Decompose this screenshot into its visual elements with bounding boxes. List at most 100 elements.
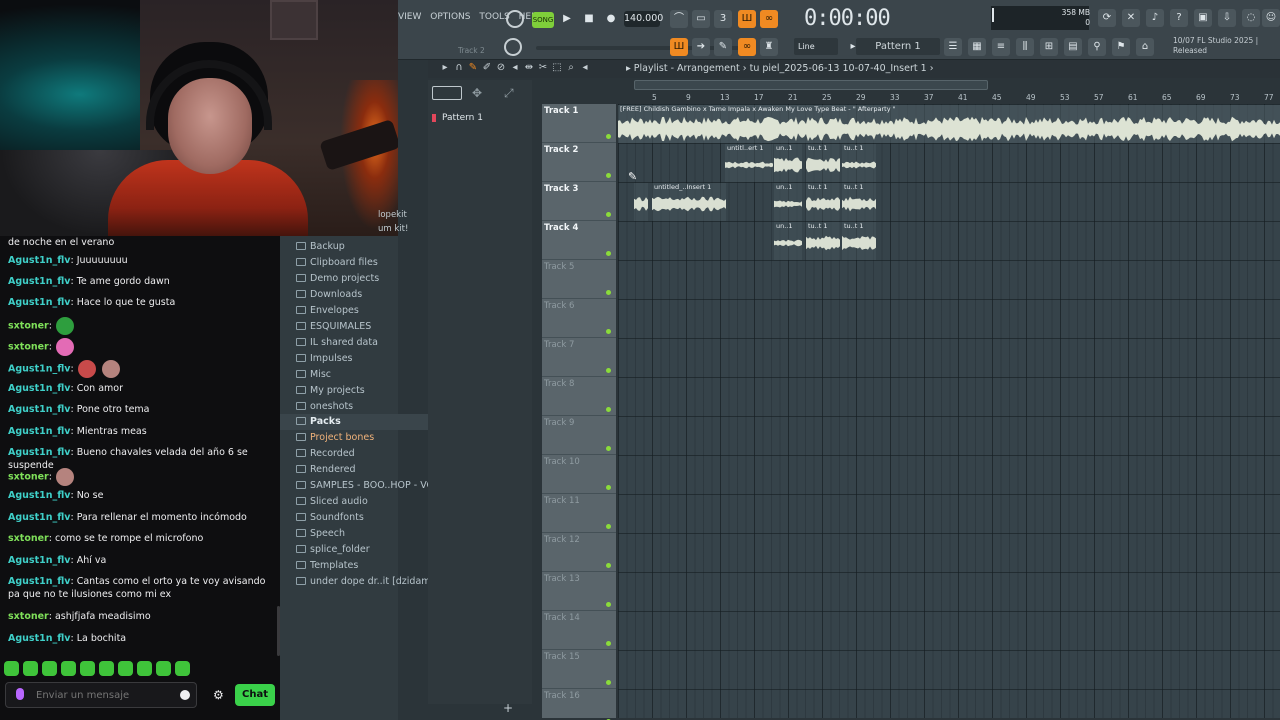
arrow-right-icon[interactable]: ➔ xyxy=(692,38,710,56)
user-icon[interactable]: ☺ xyxy=(1262,9,1280,27)
emote-icon[interactable] xyxy=(4,661,19,676)
paint-tool-icon[interactable]: ✐ xyxy=(480,62,494,73)
browser-tree-icon[interactable]: ⊞ xyxy=(1040,38,1058,56)
browser-folder[interactable]: Envelopes xyxy=(296,303,359,319)
browser-folder[interactable]: Soundfonts xyxy=(296,510,364,526)
emote-icon[interactable] xyxy=(99,661,114,676)
save-icon[interactable]: ▣ xyxy=(1194,9,1212,27)
cpu-icon[interactable]: ⟳ xyxy=(1098,9,1116,27)
emoji-icon[interactable] xyxy=(180,690,190,700)
chat-username[interactable]: sxtoner xyxy=(8,611,49,622)
track-header[interactable]: Track 15 xyxy=(542,650,616,689)
chat-emote-icon[interactable] xyxy=(77,360,96,378)
emote-icon[interactable] xyxy=(137,661,152,676)
emote-icon[interactable] xyxy=(42,661,57,676)
stop-icon[interactable]: ■ xyxy=(580,10,598,28)
chat-username[interactable]: Agust1n_flv xyxy=(8,276,70,287)
chat-username[interactable]: sxtoner xyxy=(8,321,49,332)
track-mute-led[interactable] xyxy=(606,680,611,685)
chat-emote-icon[interactable] xyxy=(55,468,74,486)
chat-send-button[interactable]: Chat xyxy=(235,684,275,706)
browser-folder[interactable]: Recorded xyxy=(296,446,355,462)
draw-tool-icon[interactable]: ✎ xyxy=(466,62,480,73)
chat-username[interactable]: Agust1n_flv xyxy=(8,255,70,266)
track-header[interactable]: Track 8 xyxy=(542,377,616,416)
audio-clip[interactable]: tu..t 1 xyxy=(806,183,840,221)
browser-folder[interactable]: Rendered xyxy=(296,462,356,478)
emote-icon[interactable] xyxy=(175,661,190,676)
audio-clip[interactable]: untitl..ert 1 xyxy=(725,144,773,182)
emote-icon[interactable] xyxy=(23,661,38,676)
chevron-right-icon[interactable]: ▸ xyxy=(438,62,452,73)
track-header[interactable]: Track 13 xyxy=(542,572,616,611)
browser-folder[interactable]: Demo projects xyxy=(296,271,379,287)
chat-bubble-icon[interactable]: ◌ xyxy=(1242,9,1260,27)
slice-tool-icon[interactable]: ✂ xyxy=(536,62,550,73)
tempo-display[interactable]: 140.000 xyxy=(624,11,663,27)
brush-icon[interactable]: ✎ xyxy=(714,38,732,56)
picker-curve-icon[interactable]: ⤢ xyxy=(504,86,514,101)
browser-folder[interactable]: Templates xyxy=(296,558,358,574)
chat-username[interactable]: Agust1n_flv xyxy=(8,297,70,308)
audio-clip[interactable]: tu..t 1 xyxy=(806,144,840,182)
browser-folder[interactable]: under dope dr..it [dzidambo] xyxy=(296,574,446,590)
track-mute-led[interactable] xyxy=(606,563,611,568)
browser-folder[interactable]: Downloads xyxy=(296,287,362,303)
track-mute-led[interactable] xyxy=(606,251,611,256)
playlist-ruler[interactable]: 5 9 13 17 21 25 29 33 37 41 45 49 53 57 61 65 69 73 77 xyxy=(618,92,1280,104)
master-pitch-knob[interactable] xyxy=(504,38,522,56)
audio-clip[interactable]: un..1 xyxy=(774,183,802,221)
render-icon[interactable]: ⇩ xyxy=(1218,9,1236,27)
mute-tool-icon[interactable]: ◂ xyxy=(508,62,522,73)
track-mute-led[interactable] xyxy=(606,368,611,373)
audio-clip[interactable]: un..1 xyxy=(774,222,802,260)
add-pattern-icon[interactable]: + xyxy=(502,702,514,714)
chat-username[interactable]: Agust1n_flv xyxy=(8,490,70,501)
chat-username[interactable]: Agust1n_flv xyxy=(8,364,70,375)
playlist-window-icon[interactable]: ☰ xyxy=(944,38,962,56)
zoom-tool-icon[interactable]: ⌕ xyxy=(564,62,578,73)
playlist-snap-icon[interactable]: Ш xyxy=(670,38,688,56)
chat-username[interactable]: sxtoner xyxy=(8,342,49,353)
pattern-selector[interactable]: Pattern 1 xyxy=(856,38,940,55)
select-tool-icon[interactable]: ⬚ xyxy=(550,62,564,73)
track-mute-led[interactable] xyxy=(606,524,611,529)
track-header[interactable]: Track 10 xyxy=(542,455,616,494)
track-mute-led[interactable] xyxy=(606,641,611,646)
track-mute-led[interactable] xyxy=(606,407,611,412)
picker-pattern-item[interactable]: Pattern 1 xyxy=(432,110,526,126)
track-header[interactable]: Track 7 xyxy=(542,338,616,377)
stamp-icon[interactable]: ♜ xyxy=(760,38,778,56)
slip-tool-icon[interactable]: ⇹ xyxy=(522,62,536,73)
master-volume-knob[interactable] xyxy=(506,10,524,28)
browser-folder[interactable]: Misc xyxy=(296,367,331,383)
browser-folder[interactable]: splice_folder xyxy=(296,542,370,558)
chat-username[interactable]: Agust1n_flv xyxy=(8,512,70,523)
mixer-icon[interactable]: ⫼ xyxy=(1016,38,1034,56)
chat-input-box[interactable] xyxy=(5,682,197,708)
audio-clip[interactable]: tu..t 1 xyxy=(842,183,876,221)
track-header[interactable]: Track 14 xyxy=(542,611,616,650)
delete-tool-icon[interactable]: ⊘ xyxy=(494,62,508,73)
emote-icon[interactable] xyxy=(118,661,133,676)
browser-folder[interactable]: IL shared data xyxy=(296,335,378,351)
microphone-icon[interactable]: ♪ xyxy=(1146,9,1164,27)
audio-clip[interactable]: tu..t 1 xyxy=(842,222,876,260)
track-header[interactable]: Track 2 xyxy=(542,143,616,182)
file-icon[interactable]: ▤ xyxy=(1064,38,1082,56)
browser-folder[interactable]: ESQUIMALES xyxy=(296,319,371,335)
track-mute-led[interactable] xyxy=(606,134,611,139)
wait-input-icon[interactable]: ▭ xyxy=(692,10,710,28)
menu-view[interactable]: VIEW xyxy=(398,12,421,22)
menu-options[interactable]: OPTIONS xyxy=(430,12,470,22)
track-header[interactable]: Track 11 xyxy=(542,494,616,533)
playlist-grid[interactable]: [FREE] Childish Gambino x Tame Impala x … xyxy=(618,104,1280,718)
audio-clip[interactable]: untitled_..Insert 1 xyxy=(652,183,726,221)
chat-username[interactable]: Agust1n_flv xyxy=(8,404,70,415)
track-mute-led[interactable] xyxy=(606,602,611,607)
track-mute-led[interactable] xyxy=(606,290,611,295)
emote-icon[interactable] xyxy=(80,661,95,676)
browser-folder[interactable]: Backup xyxy=(296,239,345,255)
gear-icon[interactable]: ⚙ xyxy=(213,689,225,701)
play-icon[interactable]: ▶ xyxy=(558,10,576,28)
